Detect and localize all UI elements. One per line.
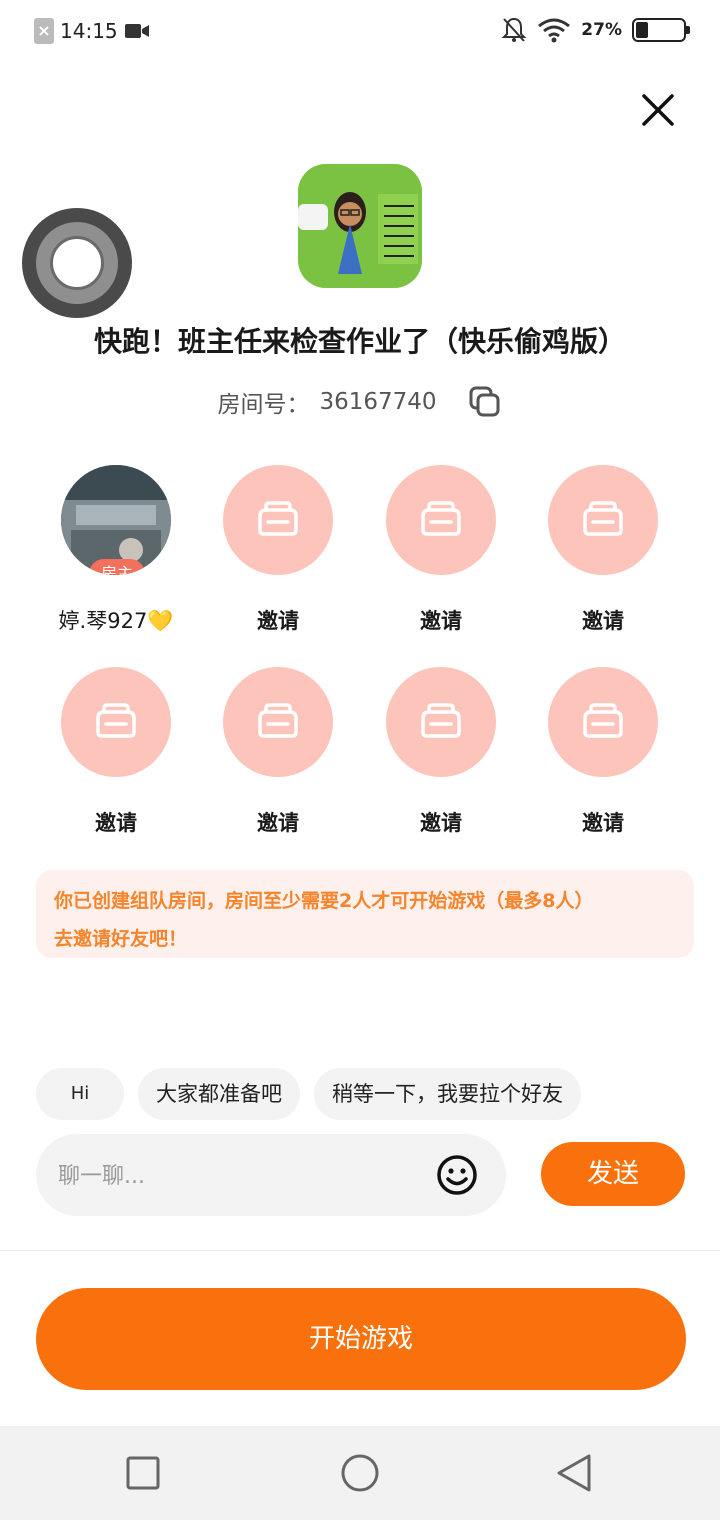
invite-label: 邀请	[95, 811, 137, 835]
room-label: 房间号：	[217, 392, 310, 418]
invite-circle[interactable]	[548, 667, 658, 777]
recent-apps-icon[interactable]	[122, 1452, 164, 1494]
sofa-icon	[421, 703, 461, 738]
quick-replies: Hi 大家都准备吧 稍等一下，我要拉个好友	[36, 1068, 581, 1120]
game-title: 快跑！班主任来检查作业了（快乐偷鸡版）	[93, 325, 626, 358]
status-time: 14:15	[60, 19, 118, 43]
quick-reply-chip[interactable]: 稍等一下，我要拉个好友	[314, 1068, 581, 1120]
game-cover-icon	[298, 164, 422, 288]
slot-host[interactable]: 房主 婷.琴927💛	[46, 465, 186, 635]
quick-reply-chip[interactable]: Hi	[36, 1068, 124, 1120]
notice-line-1: 你已创建组队房间，房间至少需要2人才可开始游戏（最多8人）	[54, 890, 594, 912]
back-icon[interactable]	[553, 1452, 595, 1494]
invite-circle[interactable]	[386, 667, 496, 777]
floating-ball-center	[50, 236, 104, 290]
sofa-icon	[583, 703, 623, 738]
invite-label: 邀请	[420, 811, 462, 835]
avatar[interactable]: 房主	[61, 465, 171, 575]
status-bar: × 14:15 27%	[0, 0, 720, 64]
invite-slot[interactable]: 邀请	[533, 667, 673, 837]
status-left: × 14:15	[34, 18, 150, 44]
invite-circle[interactable]	[223, 667, 333, 777]
status-right: 27%	[501, 16, 690, 44]
invite-label: 邀请	[582, 609, 624, 633]
navigation-bar	[0, 1426, 720, 1520]
invite-slot[interactable]: 邀请	[46, 667, 186, 837]
divider	[0, 1250, 720, 1251]
sofa-icon	[583, 501, 623, 536]
invite-label: 邀请	[420, 609, 462, 633]
invite-circle[interactable]	[548, 465, 658, 575]
close-notification-icon: ×	[34, 18, 54, 44]
invite-label: 邀请	[257, 811, 299, 835]
battery-percent: 27%	[581, 20, 622, 40]
send-button[interactable]: 发送	[541, 1142, 685, 1206]
invite-label: 邀请	[257, 609, 299, 633]
invite-circle[interactable]	[223, 465, 333, 575]
chat-input[interactable]: 聊一聊...	[36, 1134, 506, 1216]
video-icon	[124, 24, 149, 38]
mute-icon	[501, 17, 527, 42]
quick-reply-chip[interactable]: 大家都准备吧	[138, 1068, 300, 1120]
floating-ball-button[interactable]	[22, 208, 132, 318]
home-icon[interactable]	[339, 1452, 381, 1494]
team-notice: 你已创建组队房间，房间至少需要2人才可开始游戏（最多8人） 去邀请好友吧！	[36, 870, 694, 958]
room-info: 房间号： 36167740	[0, 384, 720, 420]
invite-circle[interactable]	[61, 667, 171, 777]
wifi-icon	[538, 18, 571, 43]
battery-icon	[632, 18, 690, 42]
host-badge: 房主	[89, 559, 145, 575]
battery-fill	[636, 22, 648, 38]
host-name: 婷.琴927💛	[58, 609, 174, 633]
sofa-icon	[258, 703, 298, 738]
copy-icon[interactable]	[467, 384, 503, 420]
room-number: 36167740	[319, 389, 437, 415]
invite-slot[interactable]: 邀请	[533, 465, 673, 635]
invite-slot[interactable]: 邀请	[208, 667, 348, 837]
invite-slot[interactable]: 邀请	[371, 465, 511, 635]
invite-slot[interactable]: 邀请	[208, 465, 348, 635]
invite-circle[interactable]	[386, 465, 496, 575]
emoji-icon[interactable]	[436, 1154, 478, 1196]
sofa-icon	[96, 703, 136, 738]
game-cover-art	[298, 164, 422, 288]
start-game-button[interactable]: 开始游戏	[36, 1288, 686, 1390]
invite-slot[interactable]: 邀请	[371, 667, 511, 837]
sofa-icon	[421, 501, 461, 536]
sofa-icon	[258, 501, 298, 536]
notice-line-2: 去邀请好友吧！	[54, 928, 188, 950]
invite-label: 邀请	[582, 811, 624, 835]
close-icon[interactable]	[636, 88, 680, 132]
chat-placeholder: 聊一聊...	[58, 1164, 145, 1189]
